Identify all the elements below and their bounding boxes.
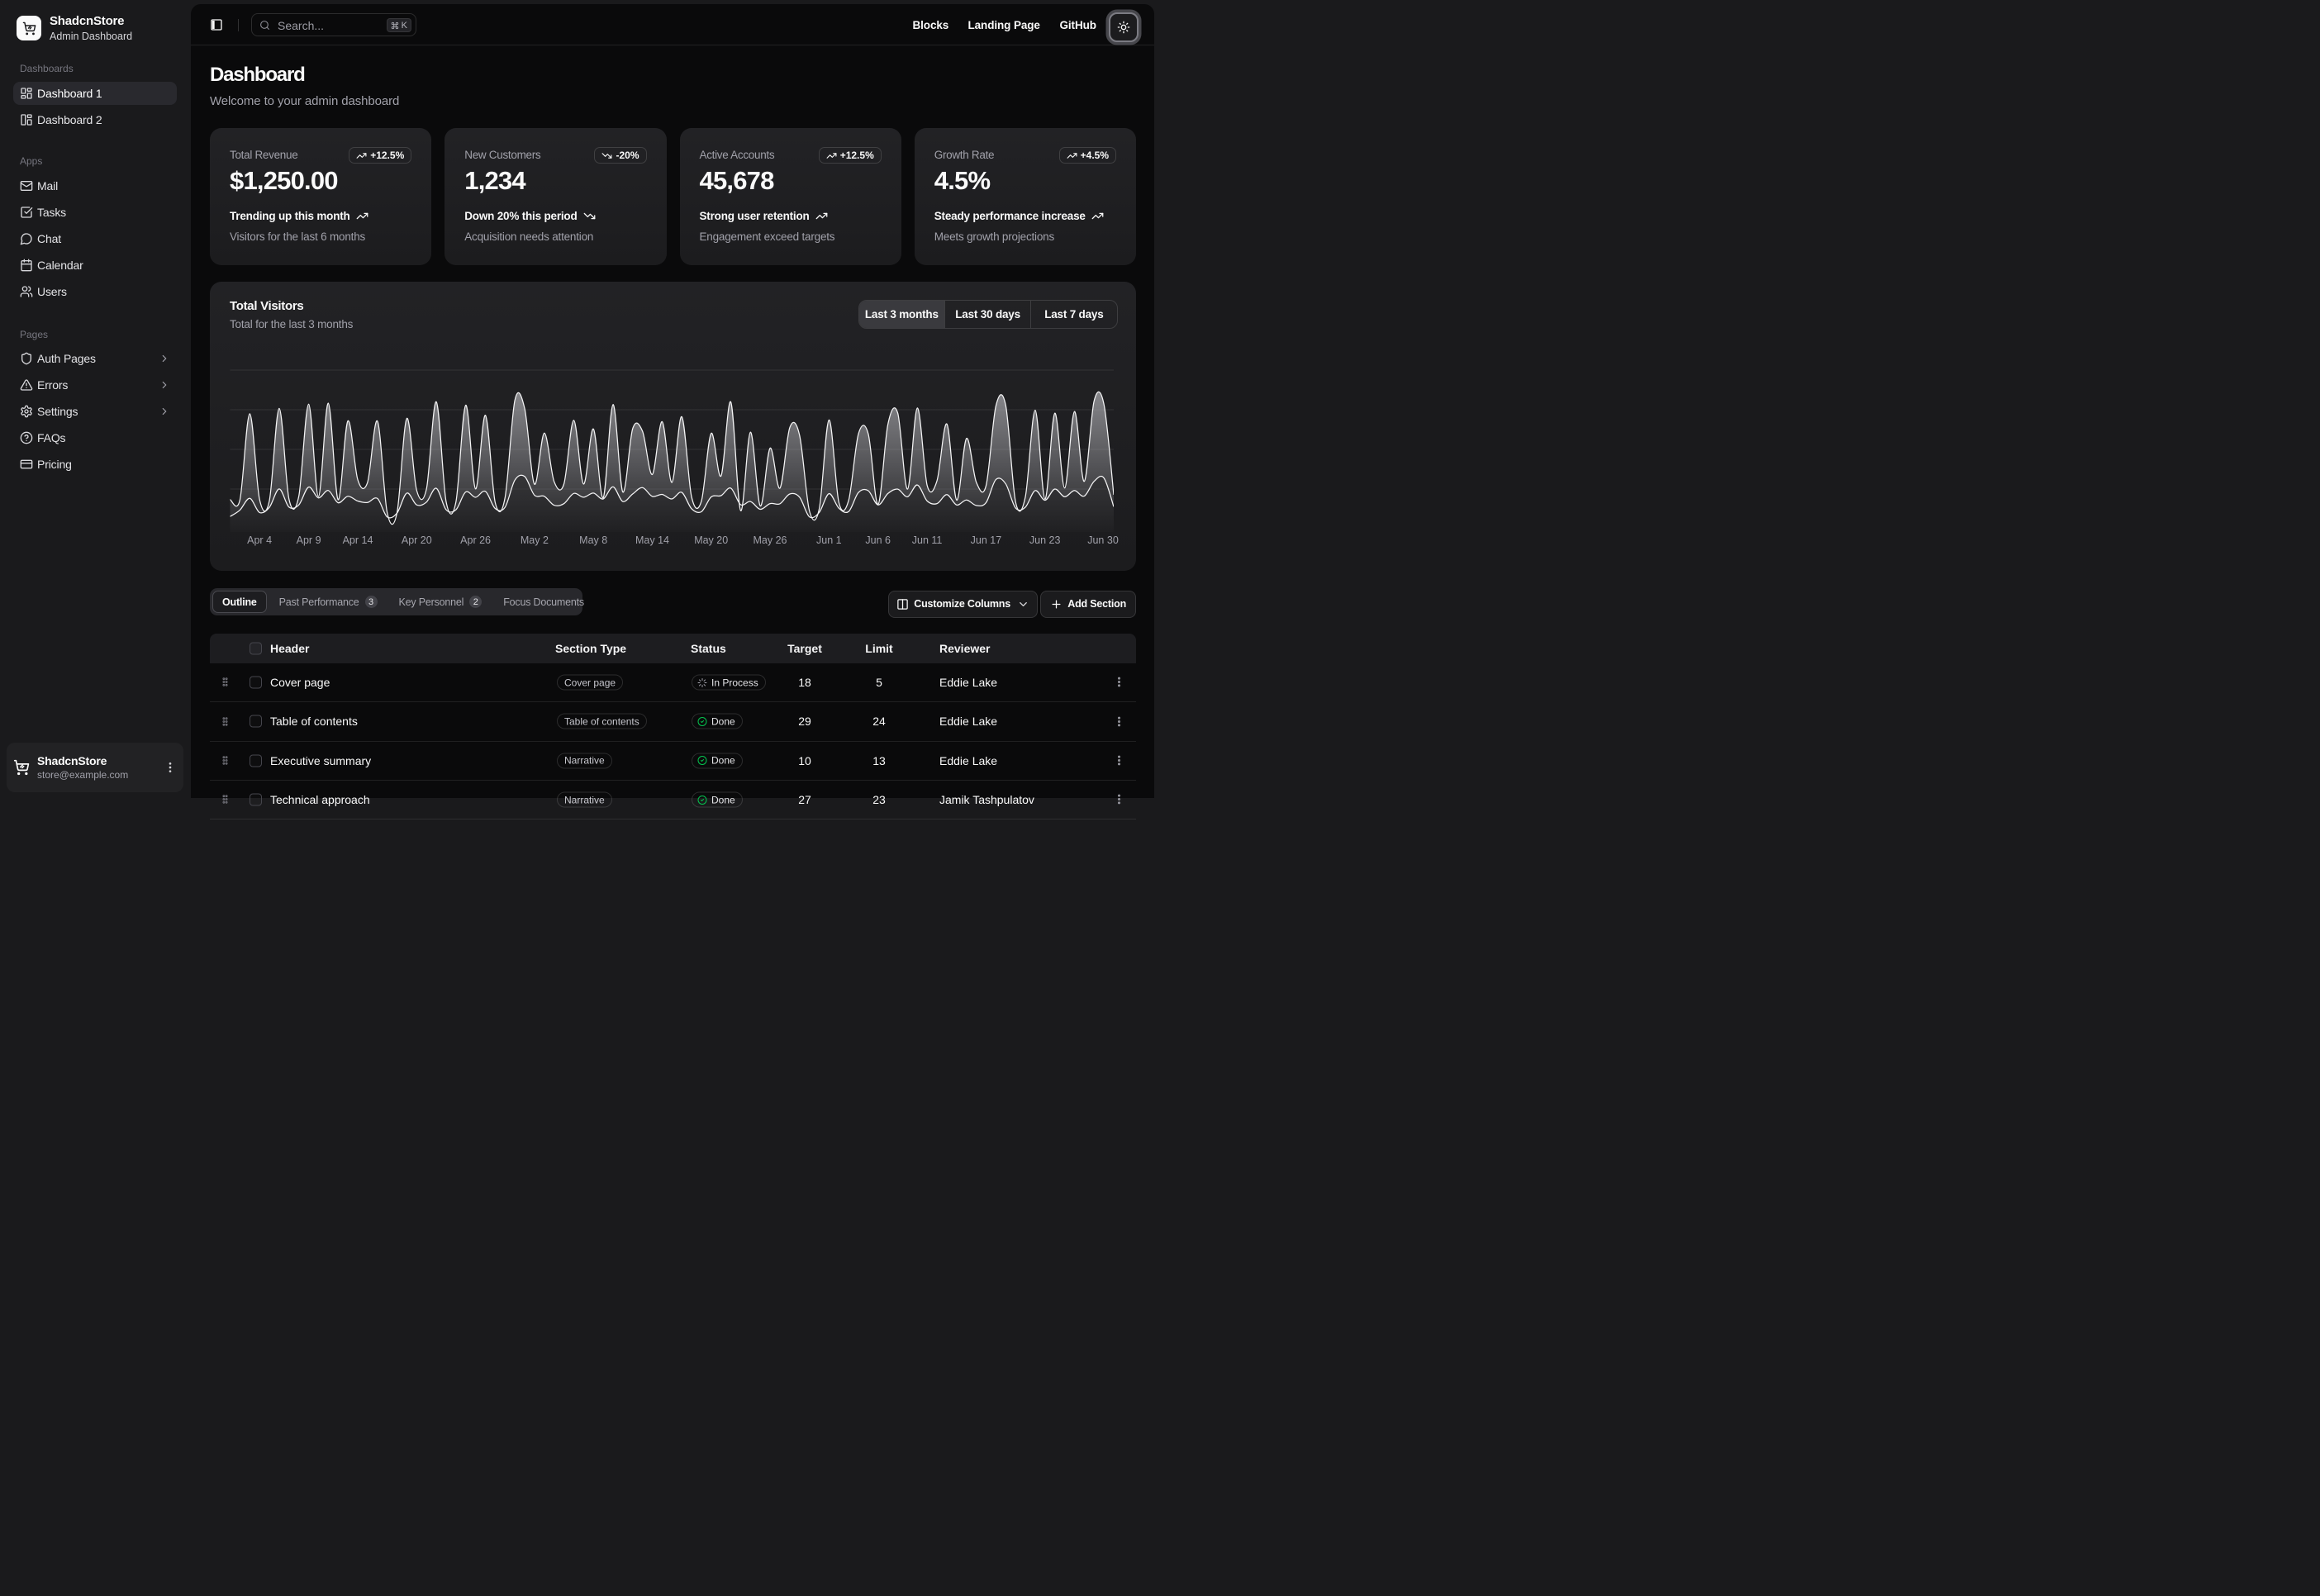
svg-text:Apr 26: Apr 26 [460,534,491,546]
svg-text:Jun 23: Jun 23 [1029,534,1061,546]
svg-text:Jun 11: Jun 11 [912,534,943,546]
svg-text:Apr 9: Apr 9 [297,534,321,546]
svg-text:May 8: May 8 [579,534,607,546]
svg-text:Jun 1: Jun 1 [816,534,842,546]
svg-text:Jun 6: Jun 6 [865,534,891,546]
svg-text:May 20: May 20 [694,534,728,546]
svg-text:Apr 20: Apr 20 [402,534,432,546]
svg-text:Jun 30: Jun 30 [1087,534,1119,546]
svg-text:Apr 14: Apr 14 [343,534,373,546]
svg-text:May 14: May 14 [635,534,669,546]
svg-text:May 26: May 26 [754,534,787,546]
svg-text:May 2: May 2 [521,534,549,546]
svg-text:Jun 17: Jun 17 [971,534,1002,546]
svg-text:Apr 4: Apr 4 [247,534,272,546]
